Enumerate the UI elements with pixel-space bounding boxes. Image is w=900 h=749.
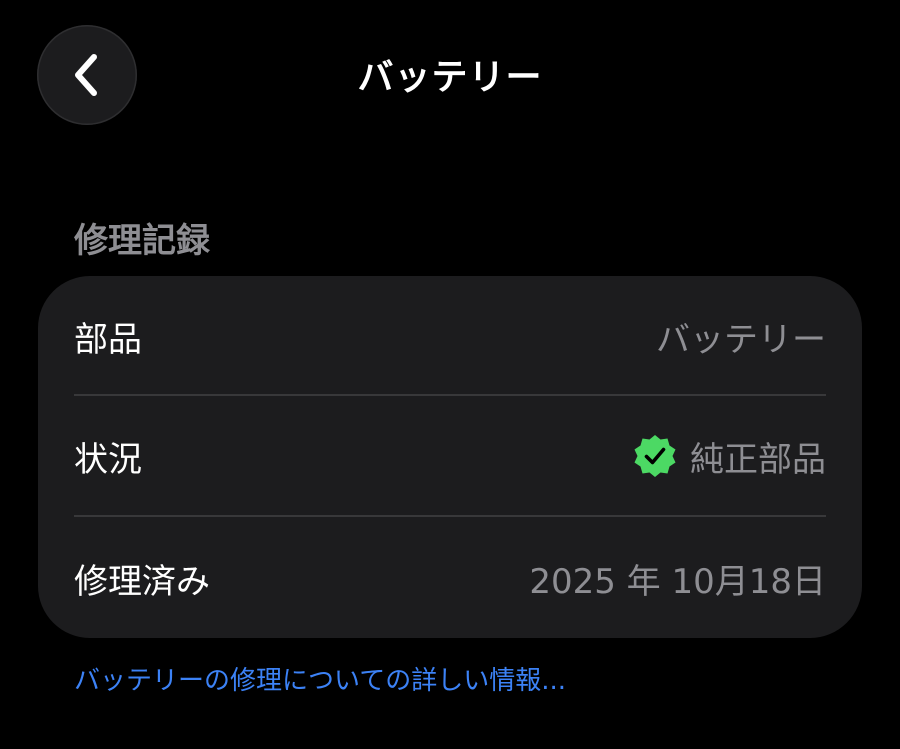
row-repaired-date: 修理済み 2025 年 10月18日 <box>74 518 826 638</box>
verified-badge-icon <box>632 433 678 479</box>
row-repaired-label: 修理済み <box>74 561 210 602</box>
row-part: 部品 バッテリー <box>74 276 826 396</box>
row-status-value: 純正部品 <box>690 439 826 480</box>
row-status-value-group: 純正部品 <box>632 432 826 481</box>
row-part-value: バッテリー <box>656 319 826 360</box>
page-title: バッテリー <box>357 57 543 98</box>
row-status: 状況 純正部品 <box>74 396 826 516</box>
row-part-label: 部品 <box>74 319 142 360</box>
battery-repair-info-link[interactable]: バッテリーの修理についての詳しい情報... <box>74 660 566 697</box>
row-repaired-value: 2025 年 10月18日 <box>529 561 826 602</box>
divider <box>74 515 826 517</box>
repair-history-card: 部品 バッテリー 状況 純正部品 修理済み 2025 年 10月18日 <box>38 276 862 638</box>
section-header: 修理記録 <box>74 221 210 261</box>
row-status-label: 状況 <box>74 439 142 480</box>
